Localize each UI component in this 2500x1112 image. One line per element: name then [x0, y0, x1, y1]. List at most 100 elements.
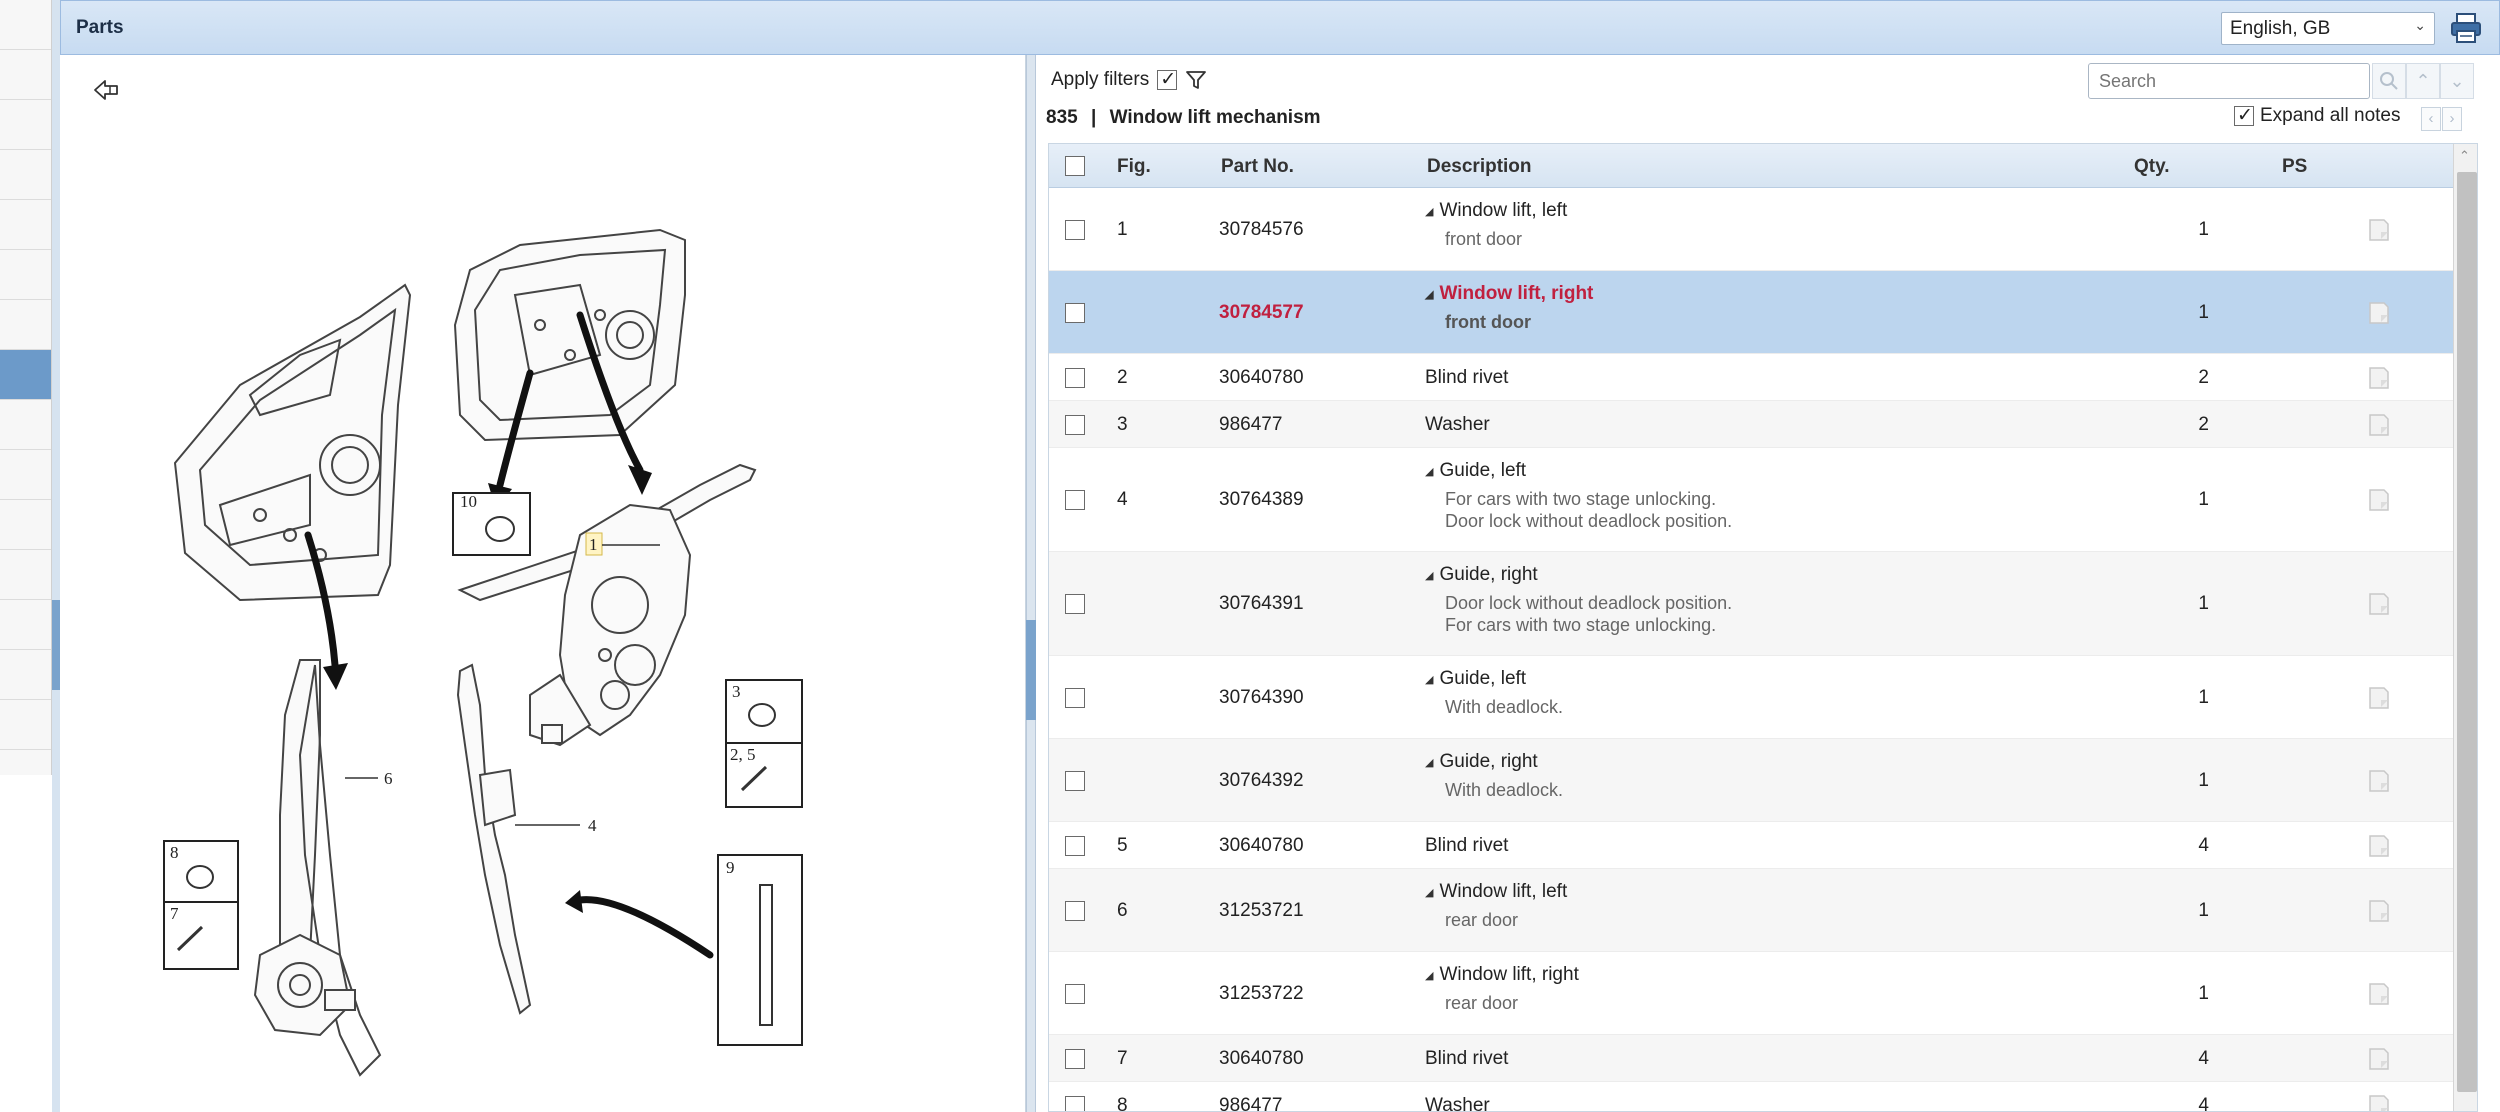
column-header-part-no[interactable]: Part No. — [1221, 156, 1294, 178]
left-nav-item[interactable] — [0, 450, 51, 500]
document-icon[interactable] — [2367, 834, 2391, 858]
row-checkbox[interactable] — [1065, 983, 1085, 1004]
row-checkbox[interactable] — [1065, 835, 1085, 856]
column-header-description[interactable]: Description — [1427, 156, 1532, 178]
left-nav-item[interactable] — [0, 650, 51, 700]
search-button[interactable] — [2372, 63, 2406, 99]
apply-filters-checkbox[interactable] — [1157, 68, 1178, 91]
cell-part-number[interactable]: 30784576 — [1219, 219, 1304, 241]
row-checkbox[interactable] — [1065, 302, 1085, 323]
filter-icon[interactable] — [1185, 69, 1207, 91]
left-nav-item[interactable] — [0, 150, 51, 200]
row-checkbox[interactable] — [1065, 1048, 1085, 1069]
table-row[interactable]: 3 986477 Washer 2 — [1049, 401, 2453, 448]
table-scrollbar[interactable]: ⌃ — [2453, 144, 2477, 1111]
language-select[interactable]: English, GB ⌄ — [2221, 12, 2435, 45]
panel-collapse-handle[interactable] — [1026, 620, 1036, 720]
print-icon[interactable] — [2449, 11, 2483, 45]
left-nav-item[interactable] — [0, 0, 51, 50]
left-nav-item[interactable] — [0, 400, 51, 450]
row-checkbox[interactable] — [1065, 1095, 1085, 1111]
row-checkbox[interactable] — [1065, 687, 1085, 708]
document-icon[interactable] — [2367, 413, 2391, 437]
table-row[interactable]: 7 30640780 Blind rivet 4 — [1049, 1035, 2453, 1082]
left-nav-item[interactable] — [0, 550, 51, 600]
left-nav-item-active[interactable] — [0, 350, 51, 400]
document-icon[interactable] — [2367, 301, 2391, 325]
table-row[interactable]: 1 30784576 ◢ Window lift, left front door 1 — [1049, 188, 2453, 271]
left-nav-item[interactable] — [0, 250, 51, 300]
cell-part-number[interactable]: 30764389 — [1219, 489, 1304, 511]
search-previous-button[interactable]: ⌃ — [2406, 63, 2440, 99]
left-nav-item[interactable] — [0, 200, 51, 250]
left-nav-item[interactable] — [0, 600, 51, 650]
row-checkbox[interactable] — [1065, 219, 1085, 240]
column-header-ps[interactable]: PS — [2282, 156, 2307, 178]
document-icon[interactable] — [2367, 592, 2391, 616]
cell-part-number[interactable]: 31253721 — [1219, 900, 1304, 922]
cell-part-number[interactable]: 986477 — [1219, 414, 1282, 436]
document-icon[interactable] — [2367, 1094, 2391, 1112]
row-checkbox[interactable] — [1065, 900, 1085, 921]
search-next-button[interactable]: ⌄ — [2440, 63, 2474, 99]
cell-part-number[interactable]: 986477 — [1219, 1095, 1282, 1112]
left-nav-item[interactable] — [0, 300, 51, 350]
cell-part-number[interactable]: 30640780 — [1219, 835, 1304, 857]
table-row[interactable]: 8 986477 Washer 4 — [1049, 1082, 2453, 1112]
cell-part-number[interactable]: 30784577 — [1219, 302, 1304, 324]
scroll-up-icon[interactable]: ⌃ — [2459, 148, 2470, 164]
cell-part-number[interactable]: 31253722 — [1219, 983, 1304, 1005]
cell-part-number[interactable]: 30764392 — [1219, 770, 1304, 792]
expand-triangle-icon[interactable]: ◢ — [1425, 288, 1433, 301]
next-page-button[interactable]: › — [2442, 107, 2462, 131]
expand-triangle-icon[interactable]: ◢ — [1425, 969, 1433, 982]
cell-part-number[interactable]: 30640780 — [1219, 367, 1304, 389]
row-checkbox[interactable] — [1065, 490, 1085, 510]
expand-all-notes: Expand all notes — [2234, 104, 2401, 127]
description-title-text: Blind rivet — [1425, 366, 1509, 388]
expand-triangle-icon[interactable]: ◢ — [1425, 673, 1433, 686]
select-all-checkbox[interactable] — [1065, 156, 1085, 176]
table-row[interactable]: 30764392 ◢ Guide, right With deadlock. 1 — [1049, 739, 2453, 822]
document-icon[interactable] — [2367, 366, 2391, 390]
expand-triangle-icon[interactable]: ◢ — [1425, 756, 1433, 769]
table-row[interactable]: 5 30640780 Blind rivet 4 — [1049, 822, 2453, 869]
expand-triangle-icon[interactable]: ◢ — [1425, 569, 1433, 582]
table-row[interactable]: 30764390 ◢ Guide, left With deadlock. 1 — [1049, 656, 2453, 739]
previous-page-button[interactable]: ‹ — [2421, 107, 2441, 131]
cell-part-number[interactable]: 30764391 — [1219, 593, 1304, 615]
table-row[interactable]: 4 30764389 ◢ Guide, left For cars with two s… — [1049, 448, 2453, 552]
row-checkbox[interactable] — [1065, 770, 1085, 791]
row-checkbox[interactable] — [1065, 367, 1085, 388]
document-icon[interactable] — [2367, 899, 2391, 923]
document-icon[interactable] — [2367, 1047, 2391, 1071]
left-nav-item[interactable] — [0, 100, 51, 150]
column-header-fig[interactable]: Fig. — [1117, 156, 1151, 178]
scrollbar-thumb[interactable] — [2457, 172, 2477, 1092]
left-nav-item[interactable] — [0, 700, 51, 750]
document-icon[interactable] — [2367, 218, 2391, 242]
document-icon[interactable] — [2367, 982, 2391, 1006]
expand-triangle-icon[interactable]: ◢ — [1425, 886, 1433, 899]
document-icon[interactable] — [2367, 769, 2391, 793]
cell-part-number[interactable]: 30640780 — [1219, 1048, 1304, 1070]
left-nav-item[interactable] — [0, 50, 51, 100]
row-checkbox[interactable] — [1065, 594, 1085, 614]
expand-all-notes-checkbox[interactable] — [2234, 104, 2254, 127]
table-row[interactable]: 30764391 ◢ Guide, right Door lock without d… — [1049, 552, 2453, 656]
expand-triangle-icon[interactable]: ◢ — [1425, 205, 1433, 218]
panel-splitter[interactable] — [1026, 55, 1036, 1112]
document-icon[interactable] — [2367, 488, 2391, 512]
left-nav-item[interactable] — [0, 500, 51, 550]
row-checkbox[interactable] — [1065, 414, 1085, 435]
column-header-qty[interactable]: Qty. — [2134, 156, 2170, 178]
left-panel-collapse-handle[interactable] — [52, 600, 60, 690]
table-row[interactable]: 31253722 ◢ Window lift, right rear door 1 — [1049, 952, 2453, 1035]
cell-part-number[interactable]: 30764390 — [1219, 687, 1304, 709]
document-icon[interactable] — [2367, 686, 2391, 710]
expand-triangle-icon[interactable]: ◢ — [1425, 465, 1433, 478]
table-row[interactable]: 6 31253721 ◢ Window lift, left rear door 1 — [1049, 869, 2453, 952]
table-row[interactable]: 30784577 ◢ Window lift, right front door 1 — [1049, 271, 2453, 354]
search-input[interactable] — [2088, 63, 2370, 99]
table-row[interactable]: 2 30640780 Blind rivet 2 — [1049, 354, 2453, 401]
